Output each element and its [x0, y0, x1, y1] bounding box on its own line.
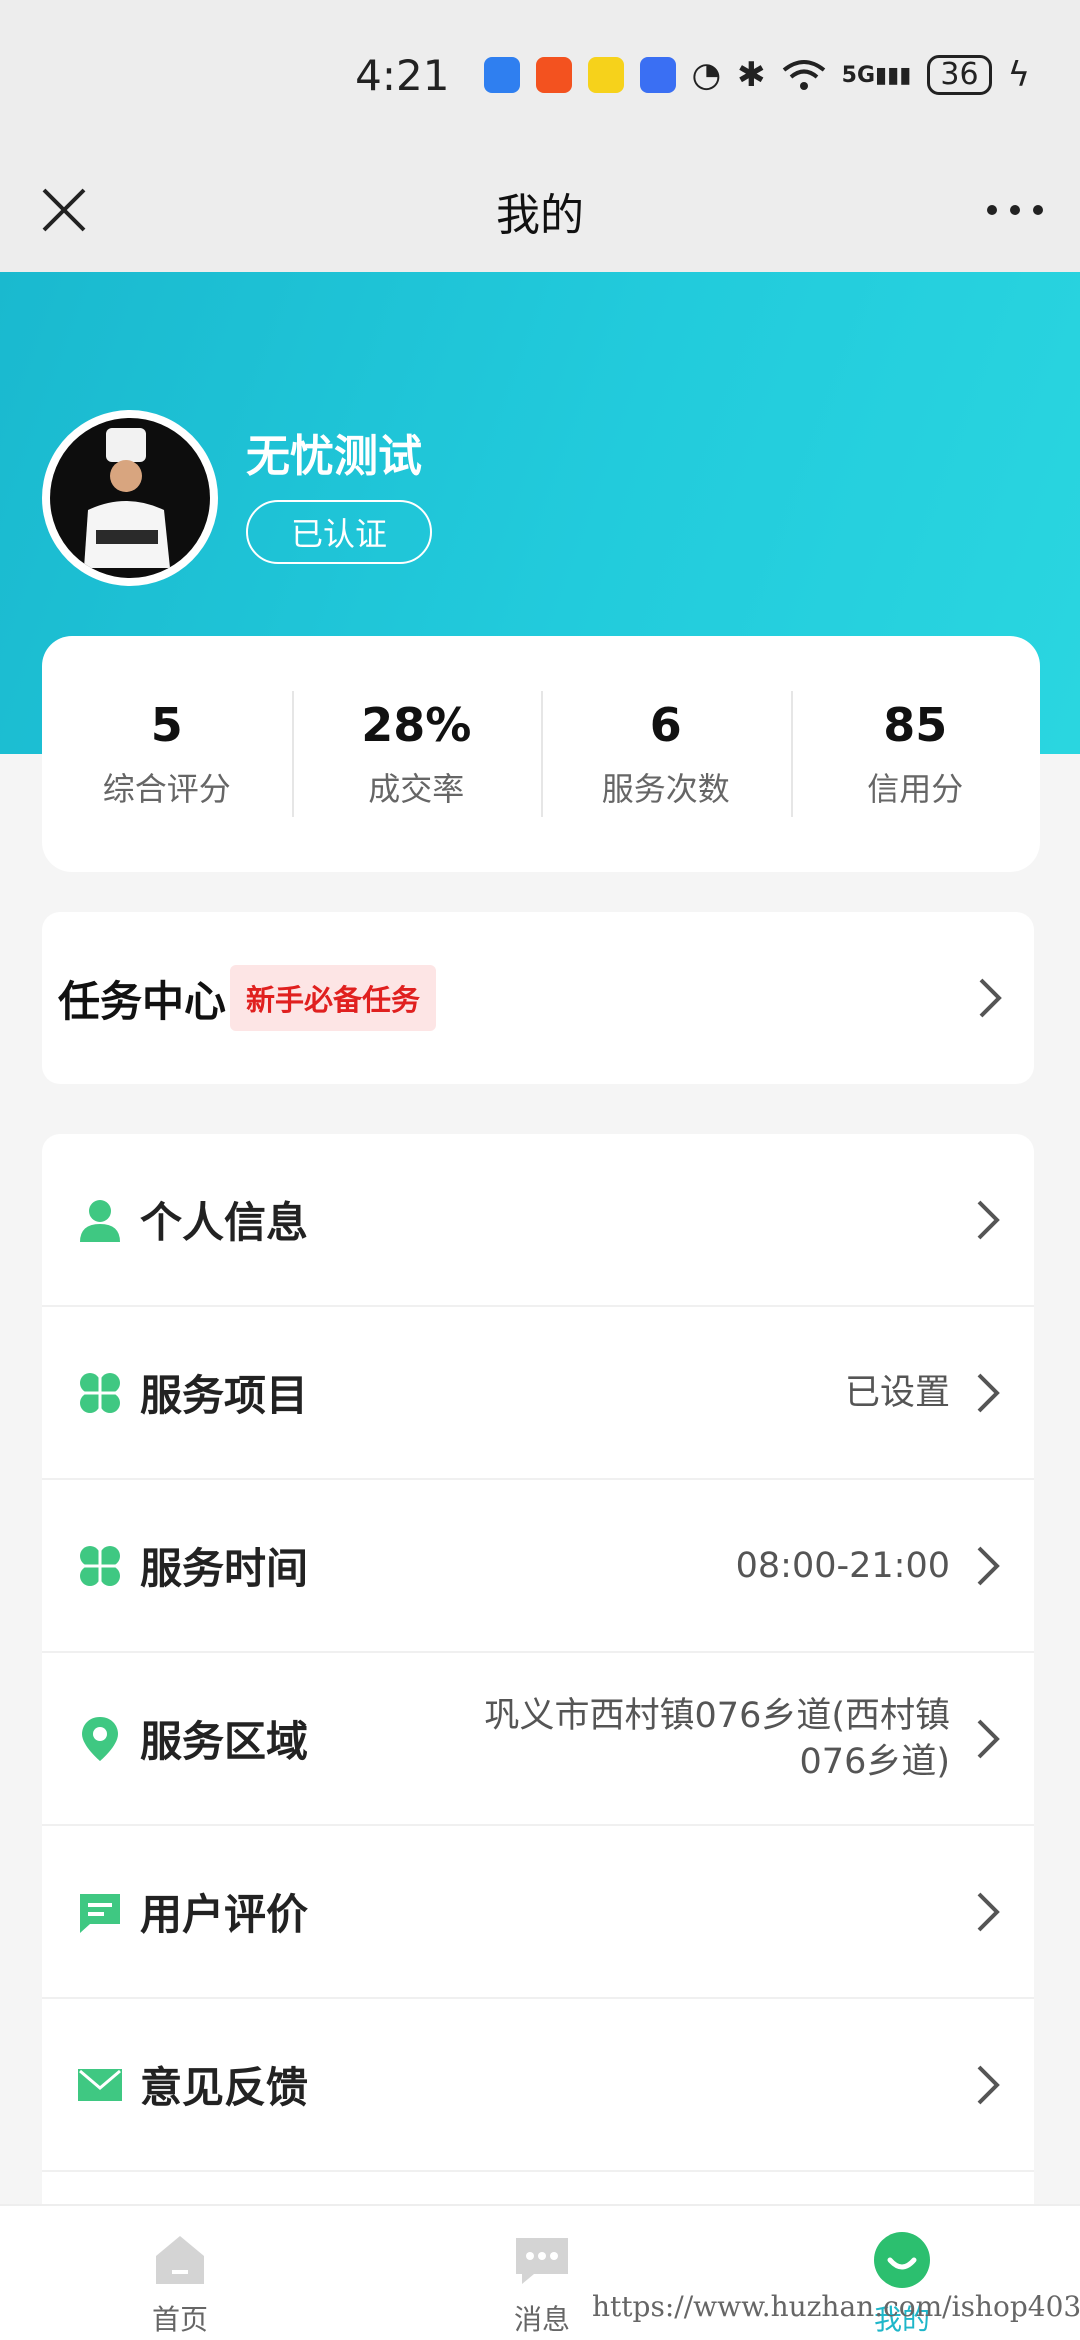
stat-service-count[interactable]: 6 服务次数: [541, 689, 791, 819]
stat-label: 服务次数: [601, 770, 730, 808]
chevron-right-icon: [979, 978, 1002, 1018]
clover-icon: [80, 1372, 120, 1413]
home-icon: [156, 2236, 204, 2284]
menu-item-label: 意见反馈: [140, 2063, 309, 2112]
menu-item-label: 用户评价: [140, 1890, 309, 1939]
app-notification-icon: [587, 57, 624, 93]
menu-item-service-items[interactable]: 服务项目 已设置: [42, 1307, 1034, 1480]
chevron-right-icon: [977, 1373, 1000, 1412]
network-type: 5G: [841, 62, 876, 88]
page-title: 我的: [496, 190, 584, 241]
menu-item-service-area[interactable]: 服务区域 巩义市西村镇076乡道(西村镇076乡道): [42, 1653, 1034, 1826]
tab-home[interactable]: 首页: [90, 2230, 270, 2338]
stat-label: 信用分: [867, 770, 964, 808]
location-pin-icon: [82, 1716, 118, 1761]
status-bar: 4:21 ◔ ✱ 5G▮▮▮ 36 ϟ: [0, 0, 1080, 150]
nav-bar: 我的: [0, 150, 1080, 272]
stat-value: 85: [883, 698, 948, 752]
settings-menu: 个人信息 服务项目 已设置 服务时间 08:00-21:00 服务区域 巩义市西…: [42, 1134, 1034, 2204]
task-center-title: 任务中心: [58, 976, 227, 1026]
menu-item-personal-info[interactable]: 个人信息: [42, 1134, 1034, 1307]
menu-item-label: 服务区域: [140, 1717, 309, 1766]
app-notification-icon: [639, 57, 676, 93]
menu-item-user-reviews[interactable]: 用户评价: [42, 1826, 1034, 1999]
wifi-icon: [782, 60, 825, 90]
menu-item-label: 服务项目: [140, 1371, 309, 1420]
avatar[interactable]: [42, 410, 218, 586]
user-name: 无忧测试: [246, 431, 422, 482]
person-icon: [80, 1199, 120, 1242]
profile-smile-icon: [874, 2232, 930, 2288]
stat-conversion-rate[interactable]: 28% 成交率: [291, 689, 542, 819]
more-icon[interactable]: [980, 180, 1050, 240]
bluetooth-icon: ✱: [737, 55, 766, 95]
charging-icon: ϟ: [1007, 55, 1030, 95]
chevron-right-icon: [977, 1892, 1000, 1931]
watermark-text: https://www.huzhan.com/ishop40340: [592, 2290, 1080, 2323]
stat-rating[interactable]: 5 综合评分: [42, 689, 292, 819]
stat-value: 5: [150, 698, 183, 752]
chevron-right-icon: [977, 1546, 1000, 1585]
clover-icon: [80, 1545, 120, 1586]
stat-value: 6: [649, 698, 682, 752]
comment-icon: [80, 1893, 120, 1933]
task-badge: 新手必备任务: [230, 965, 437, 1031]
menu-item-service-time[interactable]: 服务时间 08:00-21:00: [42, 1480, 1034, 1653]
chef-image: [84, 428, 170, 568]
task-center-row[interactable]: 任务中心 新手必备任务: [42, 912, 1034, 1084]
menu-item-value: 已设置: [844, 1372, 950, 1413]
tab-label: 首页: [151, 2303, 208, 2336]
stat-label: 综合评分: [102, 770, 231, 808]
close-icon[interactable]: [34, 180, 94, 240]
stat-label: 成交率: [368, 770, 465, 808]
chevron-right-icon: [977, 1200, 1000, 1239]
menu-item-value: 巩义市西村镇076乡道(西村镇076乡道): [484, 1695, 950, 1782]
speed-icon: ◔: [691, 55, 722, 95]
battery-icon: 36: [927, 55, 992, 95]
stats-card: 5 综合评分 28% 成交率 6 服务次数 85 信用分: [42, 636, 1040, 872]
menu-item-label: 服务时间: [140, 1544, 309, 1593]
stat-value: 28%: [361, 698, 472, 752]
avatar-photo: [50, 418, 210, 578]
app-notification-icon: [535, 57, 572, 93]
menu-item-feedback[interactable]: 意见反馈: [42, 1999, 1034, 2172]
chevron-right-icon: [977, 2065, 1000, 2104]
stat-credit-score[interactable]: 85 信用分: [790, 689, 1041, 819]
chevron-right-icon: [977, 1719, 1000, 1758]
signal-icon: 5G▮▮▮: [841, 62, 912, 88]
status-time: 4:21: [355, 50, 450, 100]
mail-icon: [78, 2068, 122, 2101]
message-icon: [516, 2238, 568, 2284]
app-notification-icon: [483, 57, 520, 93]
verified-badge: 已认证: [246, 500, 432, 564]
menu-item-value: 08:00-21:00: [735, 1545, 950, 1586]
menu-item-label: 个人信息: [140, 1198, 309, 1247]
